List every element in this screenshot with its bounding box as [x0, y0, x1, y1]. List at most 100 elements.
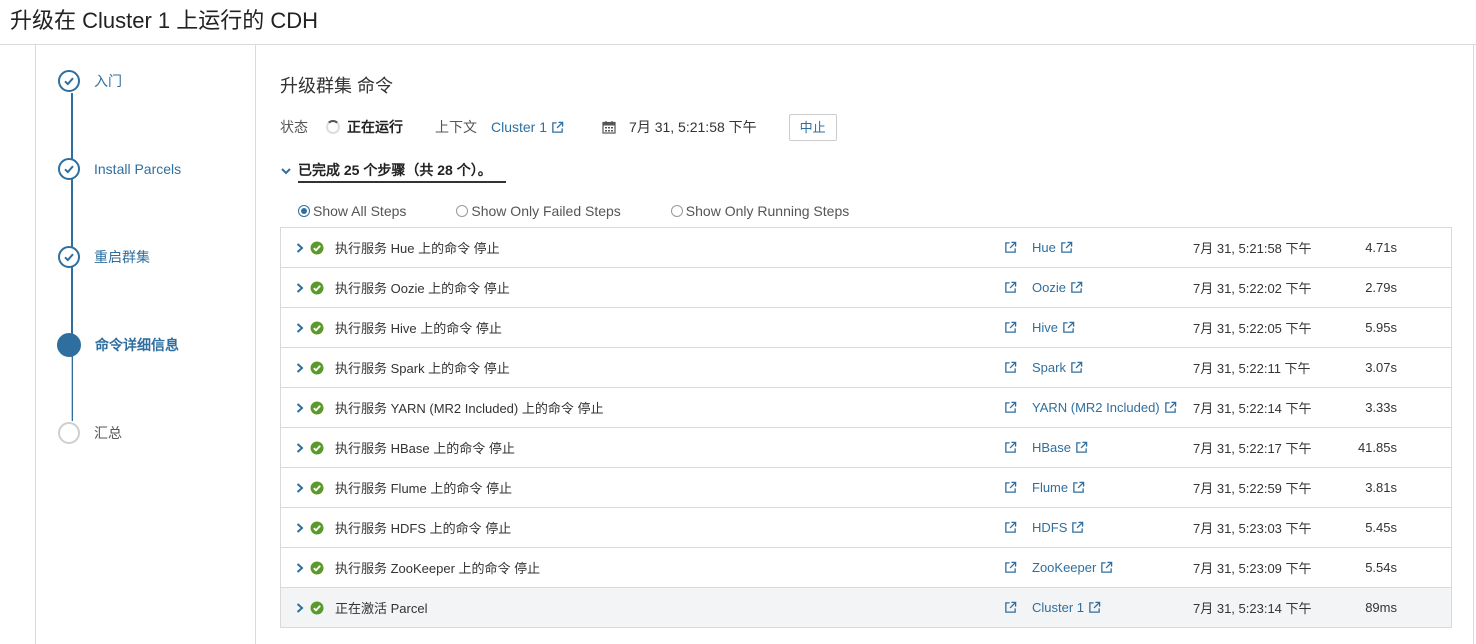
- service-link-text: Hive: [1032, 320, 1059, 335]
- wizard-step-summary[interactable]: 汇总: [58, 420, 122, 446]
- radio-unchecked-icon: [456, 205, 469, 217]
- step-description: 执行服务 Flume 上的命令 停止: [335, 481, 512, 496]
- steps-summary-text: 已完成 25 个步骤（共 28 个）。: [298, 160, 506, 183]
- table-row[interactable]: 执行服务 ZooKeeper 上的命令 停止 ZooKeeper 7月 31, 5:…: [281, 548, 1451, 588]
- chevron-right-icon[interactable]: [295, 548, 305, 587]
- external-link-icon[interactable]: [1004, 228, 1017, 267]
- filter-show-failed[interactable]: Show Only Failed Steps: [456, 203, 621, 219]
- wizard-step-getting-started[interactable]: 入门: [58, 68, 122, 94]
- step-duration: 89ms: [1365, 600, 1397, 615]
- service-link[interactable]: YARN (MR2 Included): [1032, 388, 1177, 427]
- chevron-right-icon[interactable]: [295, 388, 305, 427]
- table-row[interactable]: 执行服务 YARN (MR2 Included) 上的命令 停止 YARN (MR…: [281, 388, 1451, 428]
- service-link-text: YARN (MR2 Included): [1032, 400, 1160, 415]
- step-duration: 3.81s: [1365, 480, 1397, 495]
- table-row[interactable]: 执行服务 Oozie 上的命令 停止 Oozie 7月 31, 5:22:02 下午…: [281, 268, 1451, 308]
- success-check-icon: [310, 508, 324, 547]
- filter-show-all[interactable]: Show All Steps: [298, 203, 406, 219]
- step-filter-group: Show All Steps Show Only Failed Steps Sh…: [298, 200, 849, 222]
- chevron-right-icon[interactable]: [295, 268, 305, 307]
- filter-show-running[interactable]: Show Only Running Steps: [670, 203, 849, 219]
- step-description: 执行服务 HDFS 上的命令 停止: [335, 521, 512, 536]
- table-row[interactable]: 执行服务 HBase 上的命令 停止 HBase 7月 31, 5:22:17 下午…: [281, 428, 1451, 468]
- external-link-icon[interactable]: [1004, 388, 1017, 427]
- step-timestamp: 7月 31, 5:23:03 下午: [1193, 521, 1312, 536]
- service-link[interactable]: Cluster 1: [1032, 588, 1101, 627]
- wizard-step-label: 重启群集: [94, 249, 150, 265]
- step-duration: 5.54s: [1365, 560, 1397, 575]
- service-link[interactable]: Hue: [1032, 228, 1073, 267]
- step-duration: 5.45s: [1365, 520, 1397, 535]
- wizard-step-install-parcels[interactable]: Install Parcels: [58, 156, 181, 182]
- external-link-icon[interactable]: [1004, 468, 1017, 507]
- steps-table: 执行服务 Hue 上的命令 停止 Hue 7月 31, 5:21:58 下午 4.71…: [280, 227, 1452, 628]
- external-link-icon[interactable]: [1004, 348, 1017, 387]
- step-duration: 5.95s: [1365, 320, 1397, 335]
- external-link-icon: [1075, 441, 1088, 454]
- chevron-right-icon[interactable]: [295, 588, 305, 627]
- wizard-step-restart-cluster[interactable]: 重启群集: [58, 244, 150, 270]
- external-link-icon: [1062, 321, 1075, 334]
- table-row[interactable]: 执行服务 Hive 上的命令 停止 Hive 7月 31, 5:22:05 下午 5.…: [281, 308, 1451, 348]
- step-timestamp: 7月 31, 5:22:14 下午: [1193, 401, 1312, 416]
- chevron-right-icon[interactable]: [295, 428, 305, 467]
- wizard-step-label: 汇总: [94, 425, 122, 441]
- step-duration: 4.71s: [1365, 240, 1397, 255]
- wizard-step-label: 命令详细信息: [95, 337, 179, 353]
- filter-label: Show All Steps: [313, 203, 407, 219]
- external-link-icon: [1072, 481, 1085, 494]
- service-link[interactable]: Spark: [1032, 348, 1083, 387]
- success-check-icon: [310, 348, 324, 387]
- success-check-icon: [310, 228, 324, 267]
- service-link[interactable]: HDFS: [1032, 508, 1084, 547]
- step-description: 执行服务 Hue 上的命令 停止: [335, 241, 500, 256]
- service-link[interactable]: Hive: [1032, 308, 1075, 347]
- context-label: 上下文: [435, 119, 477, 135]
- table-row[interactable]: 执行服务 Spark 上的命令 停止 Spark 7月 31, 5:22:11 下午…: [281, 348, 1451, 388]
- service-link[interactable]: ZooKeeper: [1032, 548, 1113, 587]
- steps-summary-toggle[interactable]: 已完成 25 个步骤（共 28 个）。: [280, 160, 506, 183]
- step-duration: 3.33s: [1365, 400, 1397, 415]
- external-link-icon[interactable]: [1004, 308, 1017, 347]
- external-link-icon[interactable]: [1004, 588, 1017, 627]
- wizard-step-command-details[interactable]: 命令详细信息: [57, 332, 179, 358]
- left-border: [35, 44, 36, 644]
- service-link[interactable]: Flume: [1032, 468, 1085, 507]
- service-link[interactable]: Oozie: [1032, 268, 1083, 307]
- success-check-icon: [310, 428, 324, 467]
- table-row[interactable]: 执行服务 Hue 上的命令 停止 Hue 7月 31, 5:21:58 下午 4.71…: [281, 228, 1451, 268]
- service-link-text: ZooKeeper: [1032, 560, 1097, 575]
- table-row[interactable]: 正在激活 Parcel Cluster 1 7月 31, 5:23:14 下午 89m…: [281, 588, 1451, 628]
- step-duration: 41.85s: [1357, 440, 1397, 455]
- chevron-right-icon[interactable]: [295, 468, 305, 507]
- context-link[interactable]: Cluster 1: [491, 119, 564, 135]
- step-timestamp: 7月 31, 5:21:58 下午: [1193, 241, 1312, 256]
- step-description: 执行服务 Spark 上的命令 停止: [335, 361, 510, 376]
- service-link-text: HDFS: [1032, 520, 1068, 535]
- wizard-remaining-line: [71, 357, 72, 421]
- chevron-right-icon[interactable]: [295, 308, 305, 347]
- step-current-marker-icon: [57, 333, 81, 357]
- step-done-check-icon: [58, 70, 80, 92]
- calendar-icon: [602, 121, 616, 134]
- table-row[interactable]: 执行服务 HDFS 上的命令 停止 HDFS 7月 31, 5:23:03 下午 5.…: [281, 508, 1451, 548]
- chevron-right-icon[interactable]: [295, 508, 305, 547]
- external-link-icon: [1100, 561, 1113, 574]
- external-link-icon[interactable]: [1004, 268, 1017, 307]
- success-check-icon: [310, 588, 324, 627]
- service-link[interactable]: HBase: [1032, 428, 1088, 467]
- service-link-text: Oozie: [1032, 280, 1066, 295]
- step-description: 执行服务 YARN (MR2 Included) 上的命令 停止: [335, 401, 604, 416]
- table-row[interactable]: 执行服务 Flume 上的命令 停止 Flume 7月 31, 5:22:59 下午…: [281, 468, 1451, 508]
- step-timestamp: 7月 31, 5:22:02 下午: [1193, 281, 1312, 296]
- chevron-right-icon[interactable]: [295, 348, 305, 387]
- step-description: 正在激活 Parcel: [335, 601, 428, 616]
- external-link-icon[interactable]: [1004, 428, 1017, 467]
- external-link-icon[interactable]: [1004, 548, 1017, 587]
- sidebar-divider: [255, 44, 256, 644]
- abort-button[interactable]: 中止: [788, 113, 837, 141]
- step-pending-marker-icon: [58, 422, 80, 444]
- step-description: 执行服务 HBase 上的命令 停止: [335, 441, 515, 456]
- external-link-icon[interactable]: [1004, 508, 1017, 547]
- chevron-right-icon[interactable]: [295, 228, 305, 267]
